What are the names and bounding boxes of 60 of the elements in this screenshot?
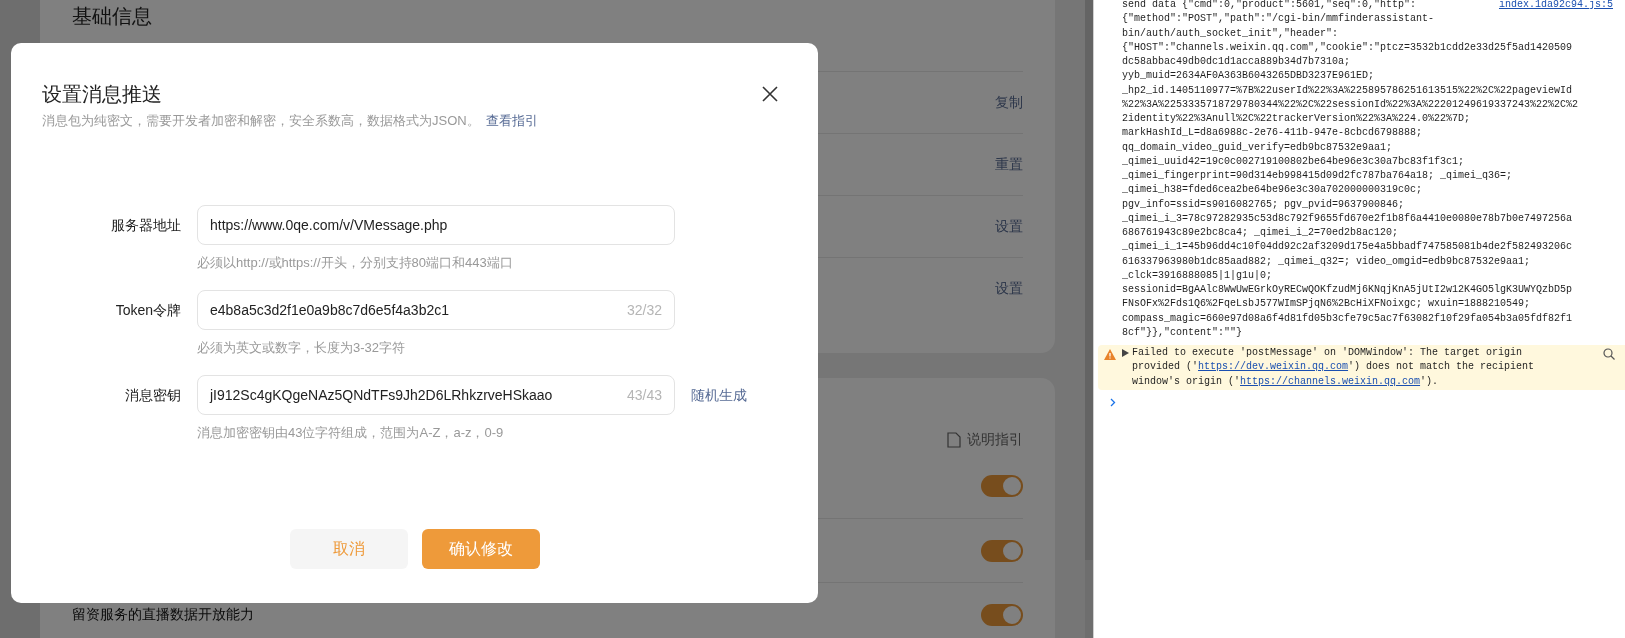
console-line: pgv_info=ssid=s9016082765; pgv_pvid=9637900846;: [1122, 197, 1406, 212]
console-line: 8cf"}},"content":""}: [1122, 325, 1244, 340]
console-line: 616337963980b1dc85aad882; _qimei_q32=; video_omgid=edb9bc87532e9aa1;: [1122, 254, 1532, 269]
toggle-label: 留资服务的直播数据开放能力: [72, 605, 254, 624]
generate-link[interactable]: 随机生成: [691, 384, 747, 406]
console-line: send data {"cmd":0,"product":5601,"seq":0,"http":: [1122, 0, 1417, 12]
toggle-switch[interactable]: [981, 539, 1023, 562]
console-line: _qimei_i_3=78c97282935c53d8c792f9655fd670e2f1b8f6a4410e0080e78b7b0e7497256a: [1122, 211, 1574, 226]
input-field[interactable]: jI912Sc4gKQgeNAz5QNdTFs9Jh2D6LRhkzrveHSkaao 43/43: [197, 375, 675, 415]
console-line: _qimei_i_1=45b96dd4c10f04dd92c2af3209d175e4a5bbadf747585081b4de2f582493206c: [1122, 240, 1574, 255]
character-counter: 43/43: [626, 385, 662, 405]
toggle-switch[interactable]: [981, 475, 1023, 497]
field-label: Token令牌: [115, 300, 181, 320]
console-line: {"HOST":"channels.weixin.qq.com","cookie":"ptcz=3532b1cdd2e33d25f5ad1420509: [1122, 40, 1574, 55]
expand-icon[interactable]: [1122, 349, 1129, 357]
console-line: {"method":"POST","path":"/cgi-bin/mmfinderassistant-: [1122, 12, 1436, 27]
action-link[interactable]: 复制: [995, 92, 1023, 113]
field-hint: 消息加密密钥由43位字符组成，范围为A-Z，a-z，0-9: [197, 424, 505, 442]
console-line: bin/auth/auth_socket_init","header":: [1122, 26, 1340, 41]
console-line: sessionid=BgAAlc8WwUwEGrkOyRECwQOKfzudMj6KNqjKnA5jUtI2w12K4GO5lgK3UWYQzbD5p: [1122, 283, 1574, 297]
search-icon[interactable]: [1603, 348, 1615, 360]
console-line: _clck=3916888085|1|g1u|0;: [1122, 268, 1274, 283]
character-counter: 32/32: [626, 300, 662, 320]
console-line: markHashId_L=d8a6988c-2e76-411b-947e-8cbcd6798888;: [1122, 126, 1424, 141]
origin-link[interactable]: https://channels.weixin.qq.com: [1240, 375, 1421, 387]
origin-link[interactable]: https://dev.weixin.qq.com: [1198, 361, 1349, 373]
console-line: 686761943c89e2bc8ca4; _qimei_i_2=70ed2b8ac120;: [1122, 226, 1400, 240]
action-link[interactable]: 设置: [995, 278, 1023, 299]
console-line: yyb_muid=2634AF0A363B6043265DBD3237E961ED;: [1122, 69, 1376, 84]
console-line: compass_magic=660e97d08a6f4d81fd05b3cfe79c5ac7f63082f10f29fa054b3a05fdf82f1: [1122, 311, 1574, 326]
input-field[interactable]: https://www.0qe.com/v/VMessage.php: [197, 205, 675, 245]
console-line: qq_domain_video_guid_verify=edb9bc87532e9aa1;: [1122, 140, 1394, 155]
scrollbar[interactable]: [1085, 0, 1093, 638]
guide-link[interactable]: 说明指引: [947, 429, 1023, 450]
dialog-title: 设置消息推送: [42, 82, 162, 107]
field-hint: 必须以http://或https://开头，分别支持80端口和443端口: [197, 254, 514, 272]
field-hint: 必须为英文或数字，长度为3-32字符: [197, 339, 407, 357]
dialog-subtitle: 消息包为纯密文，需要开发者加密和解密，安全系数高，数据格式为JSON。: [42, 112, 480, 130]
input-field[interactable]: e4b8a5c3d2f1e0a9b8c7d6e5f4a3b2c1 32/32: [197, 290, 675, 330]
console-line: _qimei_h38=fded6cea2be64be96e3c30a702000000319c0c;: [1122, 183, 1424, 198]
guide-link[interactable]: 查看指引: [485, 111, 538, 131]
console-line: _qimei_fingerprint=90d314eb998415d09d2fc787ba764a18; _qimei_q36=;: [1122, 169, 1514, 183]
action-link[interactable]: 重置: [995, 154, 1023, 175]
prompt-chevron-icon: [1110, 397, 1116, 407]
field-label: 服务器地址: [111, 215, 181, 235]
warning-text: Failed to execute 'postMessage' on 'DOMWindow': The target origin provided ('https://dev.weixin.qq.com') does not match the recipient window's origin ('https://channels.weixin.qq.com').: [1132, 346, 1536, 389]
field-label: 消息密钥: [125, 385, 181, 405]
section-title: 基础信息: [72, 4, 153, 29]
console-line: _hp2_id.1405110977=%7B%22userId%22%3A%225895786251613515%22%2C%22pageviewId: [1122, 83, 1574, 98]
source-link[interactable]: index.1da92c94.js:5: [1498, 0, 1613, 13]
action-link[interactable]: 设置: [995, 216, 1023, 237]
console-line: _qimei_uuid42=19c0c002719100802be64be96e3c30a7bc83f1f3c1;: [1122, 154, 1466, 169]
console-line: FNsOFx%2Fds1Q6%2FqeLsbJ577WImSPjqN6%2BcHiXFNoixgc; wxuin=1888210549;: [1122, 297, 1532, 312]
console-line: dc58abbac49db0dc1d1acca889b34d7b7310a;: [1122, 55, 1352, 69]
close-icon[interactable]: [762, 86, 778, 102]
warning-icon: [1104, 349, 1116, 360]
console-line: %22%3A%2253335718729780344%22%2C%22sessionId%22%3A%22201249619337243%22%2C%2: [1122, 97, 1580, 112]
toggle-switch[interactable]: [981, 603, 1023, 626]
console-line: 2identity%22%3Anull%2C%22trackerVersion%22%3A%224.0%22%7D;: [1122, 112, 1472, 126]
document-icon: [947, 431, 961, 448]
